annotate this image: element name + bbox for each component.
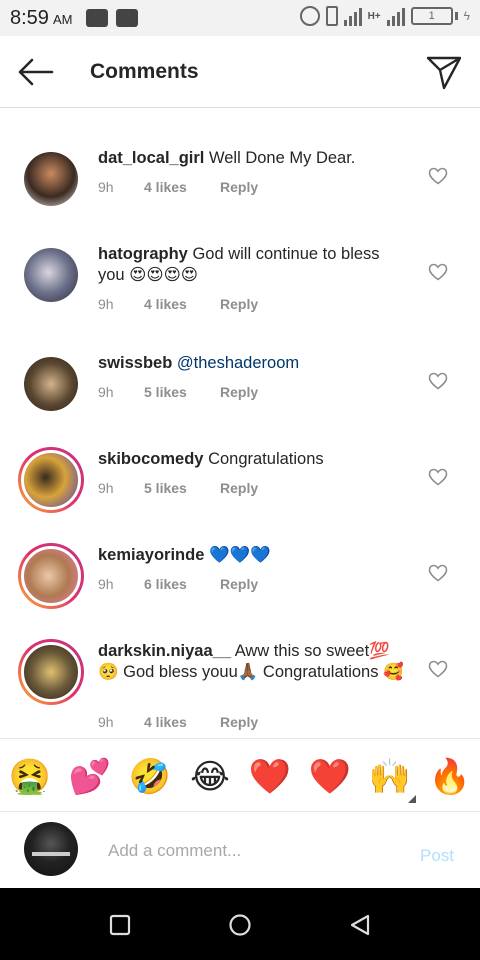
status-time: 8:59 AM [10, 6, 73, 29]
heart-outline-icon[interactable] [428, 564, 448, 582]
status-bar: 8:59 AM H+ 1 ϟ [0, 0, 480, 36]
header: Comments [0, 36, 480, 108]
network-type-icon: H+ [367, 10, 381, 22]
comment-meta: 9h 6 likes Reply [98, 576, 258, 592]
post-button[interactable]: Post [420, 846, 454, 866]
current-user-avatar [24, 822, 78, 876]
pulse-notification-icon [116, 9, 139, 27]
comment-content: Well Done My Dear. [208, 149, 356, 167]
avatar-story-ring[interactable] [18, 543, 84, 609]
emoji-button[interactable]: 🤣 [128, 755, 172, 799]
comment-time: 9h [98, 179, 114, 195]
alarm-icon [299, 6, 320, 26]
comment-meta: 9h 4 likes Reply [98, 296, 258, 312]
emoji-button[interactable]: 🤮 [8, 755, 52, 799]
comment-time: 9h [98, 384, 114, 400]
comment-meta: 9h 4 likes Reply [98, 714, 258, 730]
comment-username[interactable]: swissbeb [98, 354, 172, 372]
comment-text: dat_local_girl Well Done My Dear. [98, 148, 408, 169]
signal-icon [343, 6, 362, 26]
reply-button[interactable]: Reply [220, 576, 258, 592]
comment-likes[interactable]: 4 likes [144, 714, 220, 730]
emoji-button[interactable]: 🔥 [428, 755, 472, 799]
signal-icon-2 [386, 6, 405, 26]
paper-plane-icon[interactable] [424, 52, 464, 92]
comment-username[interactable]: kemiayorinde [98, 546, 204, 564]
avatar[interactable] [24, 248, 78, 302]
emoji-reaction-bar: 🤮 💕 🤣 😂 ❤️ ❤️ 🙌 🔥 [0, 738, 480, 812]
comment-text: darkskin.niyaa__ Aww this so sweet💯🥺 God… [98, 641, 408, 683]
heart-outline-icon[interactable] [428, 660, 448, 678]
square-icon[interactable] [107, 912, 133, 938]
comment-likes[interactable]: 4 likes [144, 296, 220, 312]
comment-mention-link[interactable]: @theshaderoom [177, 354, 299, 372]
comment-time: 9h [98, 576, 114, 592]
emoji-button[interactable]: 🙌 [368, 755, 412, 799]
system-nav-bar [0, 888, 480, 960]
comment-likes[interactable]: 6 likes [144, 576, 220, 592]
avatar[interactable] [24, 152, 78, 206]
comment-content: Congratulations [208, 450, 324, 468]
avatar-story-ring[interactable] [18, 639, 84, 705]
comment-content: 💙💙💙 [208, 546, 271, 564]
comment-input[interactable] [108, 840, 398, 862]
comment-username[interactable]: darkskin.niyaa__ [98, 642, 231, 660]
avatar-graphic [32, 852, 70, 856]
emoji-button[interactable]: ❤️ [308, 755, 352, 799]
heart-outline-icon[interactable] [428, 167, 448, 185]
comment-time: 9h [98, 296, 114, 312]
comment-time: 9h [98, 714, 114, 730]
notification-icons [86, 9, 139, 27]
reply-button[interactable]: Reply [220, 480, 258, 496]
heart-outline-icon[interactable] [428, 468, 448, 486]
reply-button[interactable]: Reply [220, 714, 258, 730]
comment-text: swissbeb @theshaderoom [98, 353, 408, 374]
comment-text: kemiayorinde 💙💙💙 [98, 545, 408, 566]
emoji-button[interactable]: ❤️ [248, 755, 292, 799]
charging-icon: ϟ [463, 9, 470, 23]
comment-likes[interactable]: 5 likes [144, 384, 220, 400]
battery-icon: 1 [410, 7, 453, 25]
circle-icon[interactable] [227, 912, 253, 938]
add-comment-bar: Post [0, 812, 480, 888]
comment-meta: 9h 5 likes Reply [98, 384, 258, 400]
avatar-story-ring[interactable] [18, 447, 84, 513]
reply-button[interactable]: Reply [220, 179, 258, 195]
reply-button[interactable]: Reply [220, 296, 258, 312]
comment-time: 9h [98, 480, 114, 496]
avatar[interactable] [24, 357, 78, 411]
battery-tip [454, 12, 458, 20]
page-title: Comments [90, 60, 199, 83]
status-indicators: H+ 1 ϟ [299, 6, 470, 26]
reply-button[interactable]: Reply [220, 384, 258, 400]
emoji-button[interactable]: 😂 [188, 755, 232, 799]
comment-likes[interactable]: 5 likes [144, 480, 220, 496]
more-indicator-icon [408, 795, 416, 803]
comment-meta: 9h 4 likes Reply [98, 179, 258, 195]
comment-likes[interactable]: 4 likes [144, 179, 220, 195]
comment-text: skibocomedy Congratulations [98, 449, 408, 470]
comment-username[interactable]: dat_local_girl [98, 149, 204, 167]
comment-username[interactable]: skibocomedy [98, 450, 203, 468]
heart-outline-icon[interactable] [428, 372, 448, 390]
heart-outline-icon[interactable] [428, 263, 448, 281]
comment-text: hatography God will continue to bless yo… [98, 244, 408, 286]
vibrate-icon [325, 6, 338, 26]
arrow-left-icon[interactable] [16, 56, 56, 88]
comment-meta: 9h 5 likes Reply [98, 480, 258, 496]
emoji-button[interactable]: 💕 [68, 755, 112, 799]
comment-username[interactable]: hatography [98, 245, 188, 263]
triangle-back-icon[interactable] [347, 912, 373, 938]
app-notification-icon [86, 9, 109, 27]
comments-list: dat_local_girl Well Done My Dear. 9h 4 l… [0, 108, 480, 738]
